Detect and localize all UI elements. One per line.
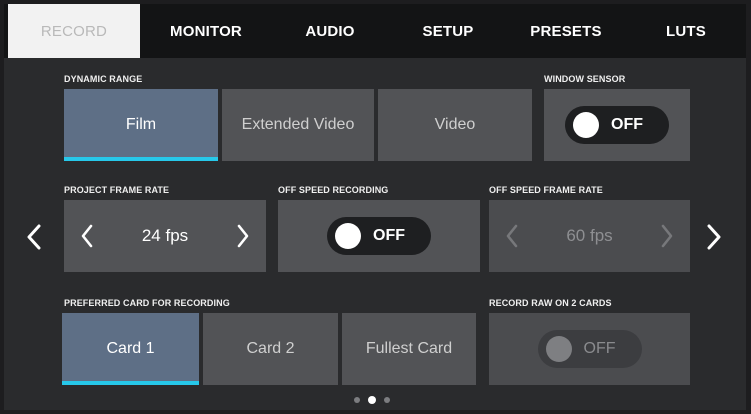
preferred-card-1-label: Card 1 — [106, 340, 155, 357]
chevron-left-icon — [27, 224, 41, 250]
project-frame-rate-stepper: 24 fps — [64, 200, 266, 272]
page-indicator — [354, 396, 390, 404]
project-frame-rate-label: PROJECT FRAME RATE — [64, 185, 170, 195]
dynamic-range-film-label: Film — [125, 116, 157, 133]
chevron-right-icon — [237, 224, 249, 248]
toggle-knob — [573, 112, 599, 138]
record-raw-2-cards-panel: OFF — [489, 313, 690, 385]
off-speed-recording-panel: OFF — [278, 200, 480, 272]
tab-luts[interactable]: LUTS — [636, 4, 736, 58]
off-speed-frame-rate-label: OFF SPEED FRAME RATE — [489, 185, 603, 195]
off-speed-recording-toggle[interactable]: OFF — [327, 217, 431, 255]
preferred-card-2[interactable]: Card 2 — [203, 313, 338, 385]
off-speed-increase-button — [658, 221, 676, 251]
dynamic-range-extended-video-label: Extended Video — [241, 116, 355, 133]
page-dot-1[interactable] — [354, 397, 360, 403]
chevron-left-icon — [81, 224, 93, 248]
dynamic-range-label: DYNAMIC RANGE — [64, 74, 143, 84]
off-speed-frame-rate-value: 60 fps — [566, 226, 613, 245]
project-frame-rate-value: 24 fps — [141, 226, 189, 245]
window-sensor-toggle[interactable]: OFF — [565, 106, 669, 144]
selected-indicator — [64, 157, 218, 161]
next-page-arrow[interactable] — [704, 219, 724, 255]
preferred-card-fullest[interactable]: Fullest Card — [342, 313, 476, 385]
preferred-card-label: PREFERRED CARD FOR RECORDING — [64, 298, 230, 308]
dynamic-range-video[interactable]: Video — [378, 89, 532, 161]
record-settings-screen: RECORD MONITOR AUDIO SETUP PRESETS LUTS … — [4, 4, 746, 410]
preferred-card-fullest-label: Fullest Card — [365, 340, 453, 357]
record-raw-2-cards-state: OFF — [583, 340, 616, 357]
preferred-card-2-label: Card 2 — [246, 340, 295, 357]
preferred-card-1[interactable]: Card 1 — [62, 313, 199, 385]
tab-record[interactable]: RECORD — [8, 4, 140, 58]
off-speed-frame-rate-stepper: 60 fps — [489, 200, 690, 272]
toggle-knob — [335, 223, 361, 249]
off-speed-decrease-button — [503, 221, 521, 251]
selected-indicator — [62, 381, 199, 385]
window-sensor-panel: OFF — [544, 89, 690, 161]
window-sensor-state: OFF — [611, 116, 643, 133]
tab-audio[interactable]: AUDIO — [272, 4, 388, 58]
previous-page-arrow[interactable] — [24, 219, 44, 255]
chevron-right-icon — [661, 224, 673, 248]
chevron-left-icon — [506, 224, 518, 248]
dynamic-range-video-label: Video — [434, 116, 476, 133]
off-speed-recording-state: OFF — [373, 227, 405, 244]
record-raw-2-cards-label: RECORD RAW ON 2 CARDS — [489, 298, 612, 308]
dynamic-range-film[interactable]: Film — [64, 89, 218, 161]
record-raw-2-cards-toggle: OFF — [537, 330, 642, 368]
tab-bar: RECORD MONITOR AUDIO SETUP PRESETS LUTS — [4, 4, 746, 58]
chevron-right-icon — [707, 224, 721, 250]
toggle-knob — [545, 336, 572, 362]
tab-monitor[interactable]: MONITOR — [148, 4, 264, 58]
tab-presets[interactable]: PRESETS — [508, 4, 624, 58]
frame-rate-increase-button[interactable] — [234, 221, 252, 251]
page-dot-2[interactable] — [368, 396, 376, 404]
off-speed-recording-label: OFF SPEED RECORDING — [278, 185, 389, 195]
page-dot-3[interactable] — [384, 397, 390, 403]
tab-setup[interactable]: SETUP — [390, 4, 506, 58]
window-sensor-label: WINDOW SENSOR — [544, 74, 626, 84]
dynamic-range-extended-video[interactable]: Extended Video — [222, 89, 374, 161]
frame-rate-decrease-button[interactable] — [78, 221, 96, 251]
